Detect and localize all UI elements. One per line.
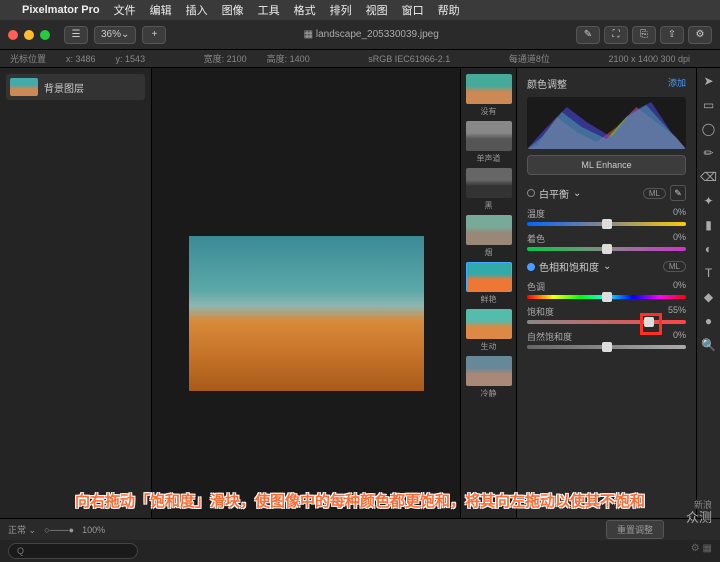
marquee-tool-icon[interactable]: ▭ <box>703 98 714 112</box>
fill-tool-icon[interactable]: ▮ <box>705 218 712 232</box>
clone-tool-icon[interactable]: ✦ <box>703 194 713 208</box>
hue-slider[interactable] <box>527 295 686 299</box>
preset-mono[interactable]: 单声道 <box>465 121 512 164</box>
temperature-slider[interactable] <box>527 222 686 226</box>
presets-panel: 没有 单声道 黑 烟 鲜艳 生动 冷静 <box>460 68 516 518</box>
zoom-dropdown[interactable]: 36% ⌄ <box>94 26 136 44</box>
color-tool-icon[interactable]: ● <box>705 314 712 328</box>
menu-image[interactable]: 图像 <box>222 2 244 18</box>
hsl-toggle[interactable] <box>527 263 535 271</box>
info-dims: 2100 x 1400 300 dpi <box>608 54 690 64</box>
opacity-value: 100% <box>82 525 105 535</box>
histogram <box>527 97 686 149</box>
opacity-slider[interactable]: ○───● <box>44 525 74 535</box>
preset-smoke[interactable]: 烟 <box>465 215 512 258</box>
menu-help[interactable]: 帮助 <box>438 2 460 18</box>
layer-label: 背景图层 <box>44 80 84 95</box>
menu-window[interactable]: 窗口 <box>402 2 424 18</box>
tool-tray: ➤ ▭ ◯ ✏ ⌫ ✦ ▮ ◐ T ◆ ● 🔍 <box>696 68 720 518</box>
maximize-button[interactable] <box>40 30 50 40</box>
crop-button[interactable]: ⛶ <box>604 26 628 44</box>
menubar: Pixelmator Pro 文件 编辑 插入 图像 工具 格式 排列 视图 窗… <box>0 0 720 20</box>
document-title: ▦ landscape_205330039.jpeg <box>172 29 570 40</box>
menu-insert[interactable]: 插入 <box>186 2 208 18</box>
menu-edit[interactable]: 编辑 <box>150 2 172 18</box>
hsl-title: 色相和饱和度 <box>539 259 599 274</box>
bottombar: 正常 ⌄ ○───● 100% 重置调整 <box>0 518 720 540</box>
options-icon[interactable]: ⚙ ▦ <box>691 543 712 554</box>
cursor-x: x: 3486 <box>66 54 96 64</box>
image-preview <box>189 236 424 391</box>
zoom-tool-icon[interactable]: 🔍 <box>701 338 716 352</box>
info-height: 高度: 1400 <box>267 52 310 65</box>
preset-none[interactable]: 没有 <box>465 74 512 117</box>
eraser-tool-icon[interactable]: ⌫ <box>700 170 717 184</box>
wand-button[interactable]: ✎ <box>576 26 600 44</box>
cursor-label: 光标位置 <box>10 52 46 65</box>
share-button[interactable]: ⇧ <box>660 26 684 44</box>
shape-tool-icon[interactable]: ◆ <box>704 290 713 304</box>
wb-ml-button[interactable]: ML <box>643 188 666 199</box>
tint-slider[interactable] <box>527 247 686 251</box>
inspector-title: 颜色调整 <box>527 76 567 91</box>
white-balance-section: 白平衡 ⌄ ML ✎ 温度0% 着色0% <box>527 185 686 251</box>
arrow-tool-icon[interactable]: ➤ <box>703 74 713 88</box>
layers-panel: 背景图层 <box>0 68 152 518</box>
sidebar-toggle-button[interactable]: ☰ <box>64 26 88 44</box>
layer-thumbnail <box>10 78 38 96</box>
preset-black[interactable]: 黑 <box>465 168 512 211</box>
infobar: 光标位置 x: 3486 y: 1543 宽度: 2100 高度: 1400 s… <box>0 50 720 68</box>
vibrance-slider[interactable] <box>527 345 686 349</box>
reset-adjustments-button[interactable]: 重置调整 <box>606 520 664 539</box>
search-input[interactable] <box>8 543 138 559</box>
menu-tools[interactable]: 工具 <box>258 2 280 18</box>
preset-quiet[interactable]: 冷静 <box>465 356 512 399</box>
preset-live[interactable]: 生动 <box>465 309 512 352</box>
lasso-tool-icon[interactable]: ◯ <box>702 122 715 136</box>
cursor-y: y: 1543 <box>116 54 146 64</box>
text-tool-icon[interactable]: T <box>705 266 712 280</box>
inspector-panel: 颜色调整 添加 ML Enhance 白平衡 ⌄ ML ✎ 温度0% <box>516 68 696 518</box>
saturation-slider[interactable] <box>527 320 686 324</box>
ml-enhance-button[interactable]: ML Enhance <box>527 155 686 175</box>
window-controls <box>8 30 50 40</box>
gradient-tool-icon[interactable]: ◐ <box>705 242 712 256</box>
close-button[interactable] <box>8 30 18 40</box>
add-adjustment-link[interactable]: 添加 <box>668 76 686 91</box>
menu-arrange[interactable]: 排列 <box>330 2 352 18</box>
hsl-section: 色相和饱和度 ⌄ ML 色调0% 饱和度55% 自然饱和度0% <box>527 259 686 349</box>
copy-button[interactable]: ⎘ <box>632 26 656 44</box>
blend-mode-dropdown[interactable]: 正常 ⌄ <box>8 523 36 536</box>
info-width: 宽度: 2100 <box>204 52 247 65</box>
brush-tool-icon[interactable]: ✏ <box>703 146 713 160</box>
adjustments-button[interactable]: ⚙ <box>688 26 712 44</box>
wb-title: 白平衡 <box>539 186 569 201</box>
info-channels: 每通道8位 <box>509 52 550 65</box>
layer-background[interactable]: 背景图层 <box>6 74 145 100</box>
app-name: Pixelmator Pro <box>22 4 100 16</box>
watermark: 新浪 众测 <box>686 500 712 526</box>
info-colorspace: sRGB IEC61966-2.1 <box>368 54 450 64</box>
wb-toggle[interactable] <box>527 189 535 197</box>
menu-view[interactable]: 视图 <box>366 2 388 18</box>
menu-format[interactable]: 格式 <box>294 2 316 18</box>
minimize-button[interactable] <box>24 30 34 40</box>
menu-file[interactable]: 文件 <box>114 2 136 18</box>
add-button[interactable]: + <box>142 26 166 44</box>
searchbar: ⚙ ▦ <box>0 540 720 562</box>
hsl-ml-button[interactable]: ML <box>663 261 686 272</box>
eyedropper-button[interactable]: ✎ <box>670 185 686 201</box>
canvas[interactable] <box>152 68 460 518</box>
toolbar: ☰ 36% ⌄ + ▦ landscape_205330039.jpeg ✎ ⛶… <box>0 20 720 50</box>
preset-vivid[interactable]: 鲜艳 <box>465 262 512 305</box>
